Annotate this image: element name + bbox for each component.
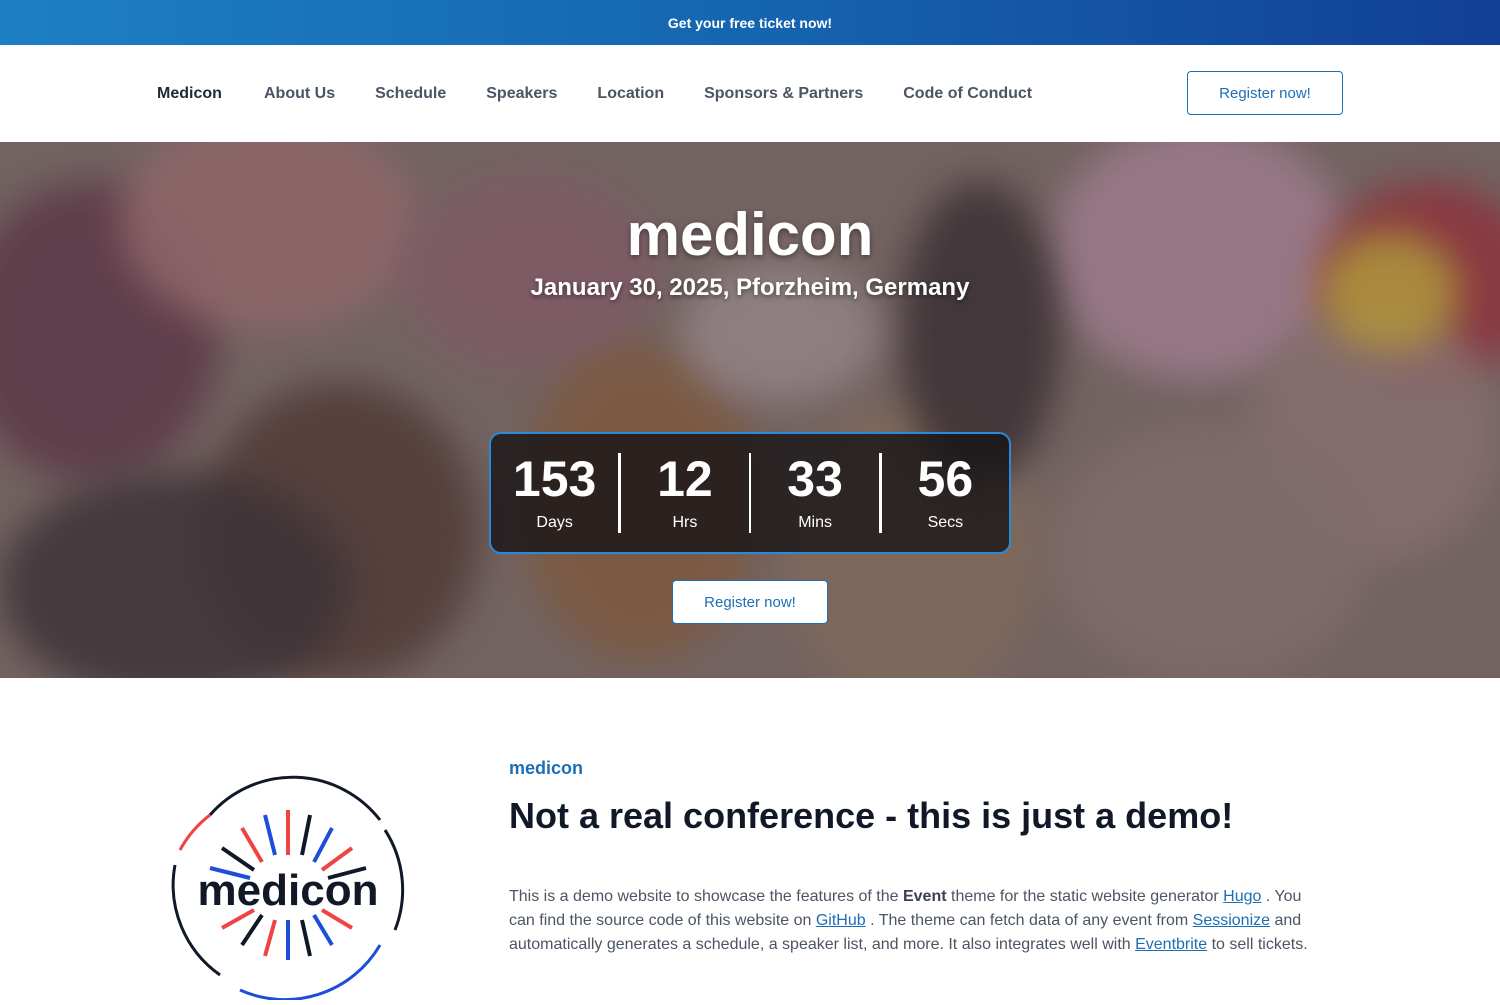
main-nav: Medicon About Us Schedule Speakers Locat… [0,45,1500,142]
body-text: to sell tickets. [1207,936,1308,953]
nav-link-speakers[interactable]: Speakers [486,85,557,103]
countdown-seconds-value: 56 [917,451,974,507]
countdown-hours-label: Hrs [672,514,698,531]
countdown-seconds: 56 Secs [882,434,1009,552]
hugo-link[interactable]: Hugo [1223,888,1261,905]
logo-wordmark: medicon [198,866,379,915]
about-heading: Not a real conference - this is just a d… [509,795,1234,836]
nav-link-sponsors[interactable]: Sponsors & Partners [704,85,863,103]
body-text: . The theme can fetch data of any event … [865,912,1193,929]
about-body: This is a demo website to showcase the f… [509,885,1329,957]
medicon-logo: medicon [170,770,406,1002]
about-eyebrow: medicon [509,758,584,778]
promo-bar: Get your free ticket now! [0,0,1500,45]
hero-subtitle: January 30, 2025, Pforzheim, Germany [530,274,970,301]
event-strong: Event [902,888,947,905]
nav-register-button[interactable]: Register now! [1187,71,1343,115]
nav-links: About Us Schedule Speakers Location Spon… [264,85,1072,103]
hero-section: medicon January 30, 2025, Pforzheim, Ger… [0,142,1500,678]
nav-brand[interactable]: Medicon [157,85,222,103]
nav-link-location[interactable]: Location [597,85,664,103]
countdown-days: 153 Days [491,434,618,552]
body-text: theme for the static website generator [946,888,1224,905]
nav-link-about-us[interactable]: About Us [264,85,335,103]
countdown-minutes-label: Mins [798,514,832,531]
countdown-days-label: Days [536,514,573,531]
hero-title: medicon [626,201,874,268]
nav-link-code-of-conduct[interactable]: Code of Conduct [903,85,1032,103]
github-link[interactable]: GitHub [816,912,866,929]
body-text: This is a demo website to showcase the f… [509,888,903,905]
countdown-minutes-value: 33 [787,451,843,507]
countdown-days-value: 153 [512,451,597,507]
countdown-seconds-label: Secs [927,514,964,531]
nav-link-schedule[interactable]: Schedule [375,85,446,103]
sessionize-link[interactable]: Sessionize [1193,912,1270,929]
countdown-timer: 153 Days 12 Hrs 33 Mins 56 Secs [489,432,1011,554]
countdown-minutes: 33 Mins [751,434,878,552]
countdown-hours: 12 Hrs [621,434,748,552]
free-ticket-link[interactable]: Get your free ticket now! [668,15,832,31]
countdown-hours-value: 12 [657,451,713,507]
eventbrite-link[interactable]: Eventbrite [1135,936,1207,953]
hero-register-button[interactable]: Register now! [672,580,828,624]
